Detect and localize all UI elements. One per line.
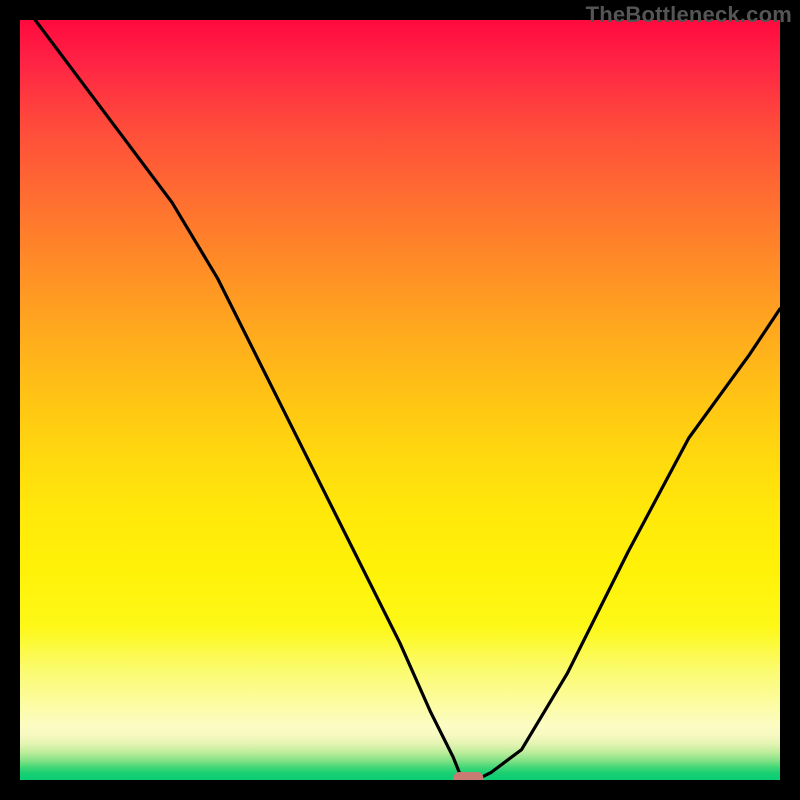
chart-frame: TheBottleneck.com: [0, 0, 800, 800]
watermark-text: TheBottleneck.com: [586, 2, 792, 28]
chart-svg: [20, 20, 780, 780]
plot-area: [20, 20, 780, 780]
optimal-marker: [453, 772, 483, 780]
bottleneck-curve: [35, 20, 780, 780]
